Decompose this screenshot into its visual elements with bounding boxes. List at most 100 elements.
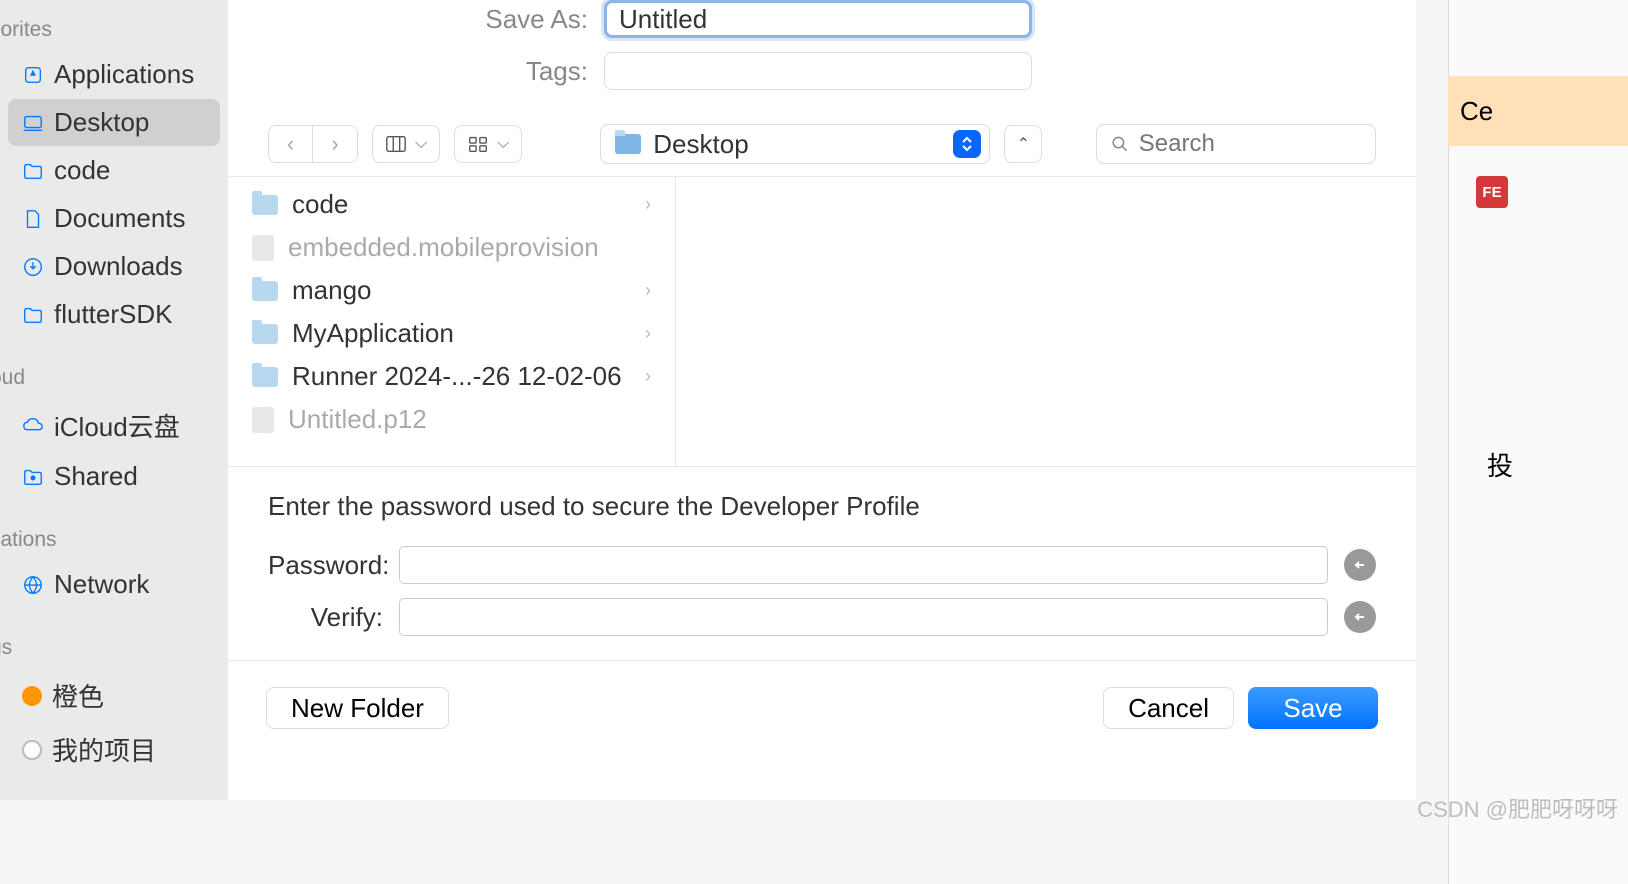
file-name: Untitled.p12 — [288, 404, 651, 435]
search-icon — [1111, 134, 1129, 154]
sidebar-label: code — [54, 155, 110, 186]
password-label: Password: — [268, 550, 383, 581]
file-item-file: embedded.mobileprovision — [228, 226, 675, 269]
right-tab-ce[interactable]: Ce — [1448, 76, 1628, 146]
folder-icon — [615, 134, 641, 154]
back-button[interactable]: ‹ — [269, 126, 313, 162]
new-folder-button[interactable]: New Folder — [266, 687, 449, 729]
main-area: vorites Applications Desktop code Docume… — [0, 0, 1416, 800]
file-name: code — [292, 189, 631, 220]
file-icon — [252, 407, 274, 433]
verify-label: Verify: — [268, 602, 383, 633]
sidebar-item-fluttersdk[interactable]: flutterSDK — [8, 291, 220, 338]
downloads-icon — [22, 256, 44, 278]
file-item-folder[interactable]: MyApplication › — [228, 312, 675, 355]
collapse-button[interactable]: ⌃ — [1004, 125, 1042, 163]
sidebar: vorites Applications Desktop code Docume… — [0, 0, 228, 800]
forward-button[interactable]: › — [313, 126, 357, 162]
nav-buttons: ‹ › — [268, 125, 358, 163]
sidebar-item-desktop[interactable]: Desktop — [8, 99, 220, 146]
sidebar-label: Documents — [54, 203, 186, 234]
save-as-label: Save As: — [258, 4, 588, 35]
file-item-folder[interactable]: code › — [228, 183, 675, 226]
sidebar-tag-orange[interactable]: 橙色 — [8, 669, 220, 722]
icloud-header: oud — [0, 358, 228, 398]
folder-icon — [22, 304, 44, 326]
sidebar-label: Downloads — [54, 251, 183, 282]
tags-label: Tags: — [258, 56, 588, 87]
sidebar-label: Shared — [54, 461, 138, 492]
sidebar-label: 我的项目 — [52, 731, 156, 768]
password-input[interactable] — [399, 546, 1328, 584]
grid-icon — [467, 134, 489, 154]
file-name: mango — [292, 275, 631, 306]
locations-header: cations — [0, 520, 228, 560]
browser-toolbar: ‹ › ⌵ ⌵ Desktop ⌃ — [228, 116, 1416, 177]
save-button[interactable]: Save — [1248, 687, 1378, 729]
save-header: Save As: Tags: — [228, 0, 1416, 116]
verify-input[interactable] — [399, 598, 1328, 636]
file-icon — [252, 235, 274, 261]
cancel-button[interactable]: Cancel — [1103, 687, 1234, 729]
view-mode-grid[interactable]: ⌵ — [454, 125, 522, 163]
cloud-icon — [22, 415, 44, 437]
chevron-right-icon: › — [645, 280, 651, 301]
sidebar-label: Desktop — [54, 107, 149, 138]
file-item-file: Untitled.p12 — [228, 398, 675, 441]
chevron-down-icon: ⌵ — [415, 135, 427, 153]
sidebar-item-applications[interactable]: Applications — [8, 51, 220, 98]
desktop-icon — [22, 112, 44, 134]
watermark: CSDN @肥肥呀呀呀 — [1417, 792, 1618, 824]
file-name: Runner 2024-...-26 12-02-06 — [292, 361, 631, 392]
save-dialog: vorites Applications Desktop code Docume… — [0, 0, 1416, 800]
sidebar-item-code[interactable]: code — [8, 147, 220, 194]
password-hint-icon[interactable] — [1344, 549, 1376, 581]
chevron-right-icon: › — [645, 323, 651, 344]
password-section: Enter the password used to secure the De… — [228, 467, 1416, 660]
sidebar-tag-project[interactable]: 我的项目 — [8, 723, 220, 776]
file-item-folder[interactable]: Runner 2024-...-26 12-02-06 › — [228, 355, 675, 398]
documents-icon — [22, 208, 44, 230]
sidebar-item-downloads[interactable]: Downloads — [8, 243, 220, 290]
chevron-up-icon: ⌃ — [1017, 134, 1030, 154]
sidebar-item-icloud[interactable]: iCloud云盘 — [8, 399, 220, 452]
sidebar-item-shared[interactable]: Shared — [8, 453, 220, 500]
sidebar-item-documents[interactable]: Documents — [8, 195, 220, 242]
sidebar-label: 橙色 — [52, 677, 104, 714]
favorites-header: vorites — [0, 10, 228, 50]
content-area: Save As: Tags: ‹ › ⌵ — [228, 0, 1416, 800]
right-text: 投 — [1487, 446, 1513, 483]
shared-icon — [22, 466, 44, 488]
search-input[interactable] — [1139, 130, 1361, 158]
file-name: embedded.mobileprovision — [288, 232, 651, 263]
tags-header: gs — [0, 628, 228, 668]
file-browser: code › embedded.mobileprovision mango › — [228, 177, 1416, 467]
folder-icon — [252, 367, 278, 387]
chevron-down-icon: ⌵ — [497, 135, 509, 153]
fe-badge: FE — [1476, 176, 1508, 208]
search-field[interactable] — [1096, 124, 1376, 164]
sidebar-item-network[interactable]: Network — [8, 561, 220, 608]
file-name: MyApplication — [292, 318, 631, 349]
sidebar-label: flutterSDK — [54, 299, 173, 330]
location-name: Desktop — [653, 129, 941, 160]
chevron-right-icon: › — [645, 366, 651, 387]
chevron-right-icon: › — [645, 194, 651, 215]
network-icon — [22, 574, 44, 596]
folder-icon — [252, 324, 278, 344]
sidebar-label: Network — [54, 569, 149, 600]
verify-hint-icon[interactable] — [1344, 601, 1376, 633]
view-mode-columns[interactable]: ⌵ — [372, 125, 440, 163]
file-column: code › embedded.mobileprovision mango › — [228, 177, 676, 466]
tags-input[interactable] — [604, 52, 1032, 90]
folder-icon — [22, 160, 44, 182]
save-as-input[interactable] — [604, 0, 1032, 38]
tag-dot-icon — [22, 740, 42, 760]
file-item-folder[interactable]: mango › — [228, 269, 675, 312]
password-prompt: Enter the password used to secure the De… — [268, 491, 1376, 522]
applications-icon — [22, 64, 44, 86]
location-picker[interactable]: Desktop — [600, 124, 990, 164]
folder-icon — [252, 195, 278, 215]
columns-icon — [385, 134, 407, 154]
sidebar-label: Applications — [54, 59, 194, 90]
